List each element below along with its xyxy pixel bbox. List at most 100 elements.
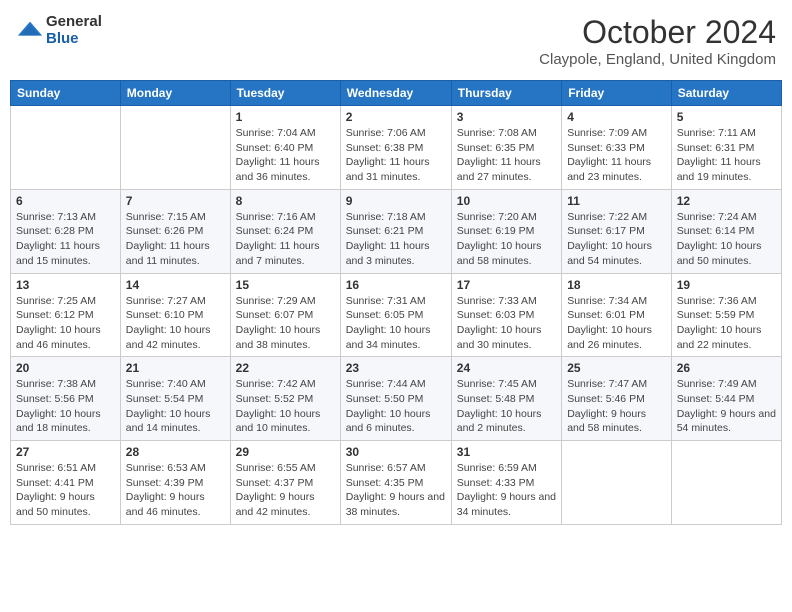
table-cell: 14Sunrise: 7:27 AMSunset: 6:10 PMDayligh… (120, 273, 230, 357)
sunrise-text: Sunrise: 6:53 AM (126, 461, 225, 476)
table-cell: 11 Sunrise: 7:22 AMSunset: 6:17 PMDayligh… (562, 189, 672, 273)
day-info: Sunrise: 7:11 AMSunset: 6:31 PMDaylight:… (677, 126, 776, 185)
sunrise-text: Sunrise: 7:15 AM (126, 210, 225, 225)
day-info: Sunrise: 7:24 AMSunset: 6:14 PMDaylight:… (677, 210, 776, 269)
sunrise-text: Sunrise: 7:13 AM (16, 210, 115, 225)
daylight-text: Daylight: 10 hours and 22 minutes. (677, 323, 776, 352)
daylight-text: Daylight: 10 hours and 54 minutes. (567, 239, 666, 268)
sunrise-text: Sunrise: 7:47 AM (567, 377, 666, 392)
daylight-text: Daylight: 9 hours and 42 minutes. (236, 490, 335, 519)
day-info: Sunrise: 7:16 AMSunset: 6:24 PMDaylight:… (236, 210, 335, 269)
day-number: 17 (457, 278, 556, 292)
daylight-text: Daylight: 10 hours and 50 minutes. (677, 239, 776, 268)
sunrise-text: Sunrise: 7:04 AM (236, 126, 335, 141)
daylight-text: Daylight: 10 hours and 26 minutes. (567, 323, 666, 352)
day-number: 8 (236, 194, 335, 208)
week-row-4: 20Sunrise: 7:38 AMSunset: 5:56 PMDayligh… (11, 357, 782, 441)
table-cell: 26Sunrise: 7:49 AMSunset: 5:44 PMDayligh… (671, 357, 781, 441)
header-wednesday: Wednesday (340, 81, 451, 106)
sunset-text: Sunset: 4:33 PM (457, 476, 556, 491)
day-number: 9 (346, 194, 446, 208)
header-saturday: Saturday (671, 81, 781, 106)
day-info: Sunrise: 6:53 AMSunset: 4:39 PMDaylight:… (126, 461, 225, 520)
sunrise-text: Sunrise: 7:11 AM (677, 126, 776, 141)
daylight-text: Daylight: 10 hours and 10 minutes. (236, 407, 335, 436)
table-cell (11, 106, 121, 190)
sunrise-text: Sunrise: 7:34 AM (567, 294, 666, 309)
sunset-text: Sunset: 5:46 PM (567, 392, 666, 407)
header-friday: Friday (562, 81, 672, 106)
daylight-text: Daylight: 11 hours and 27 minutes. (457, 155, 556, 184)
day-number: 7 (126, 194, 225, 208)
day-number: 15 (236, 278, 335, 292)
sunset-text: Sunset: 6:21 PM (346, 224, 446, 239)
sunset-text: Sunset: 6:03 PM (457, 308, 556, 323)
day-info: Sunrise: 7:18 AMSunset: 6:21 PMDaylight:… (346, 210, 446, 269)
sunrise-text: Sunrise: 7:27 AM (126, 294, 225, 309)
week-row-5: 27Sunrise: 6:51 AMSunset: 4:41 PMDayligh… (11, 441, 782, 525)
sunrise-text: Sunrise: 7:44 AM (346, 377, 446, 392)
table-cell: 9 Sunrise: 7:18 AMSunset: 6:21 PMDaylight… (340, 189, 451, 273)
day-number: 21 (126, 361, 225, 375)
day-number: 20 (16, 361, 115, 375)
table-cell (562, 441, 672, 525)
table-cell: 6Sunrise: 7:13 AMSunset: 6:28 PMDaylight… (11, 189, 121, 273)
daylight-text: Daylight: 10 hours and 38 minutes. (236, 323, 335, 352)
sunset-text: Sunset: 5:44 PM (677, 392, 776, 407)
table-cell: 19Sunrise: 7:36 AMSunset: 5:59 PMDayligh… (671, 273, 781, 357)
sunset-text: Sunset: 6:05 PM (346, 308, 446, 323)
day-info: Sunrise: 7:09 AMSunset: 6:33 PMDaylight:… (567, 126, 666, 185)
header-monday: Monday (120, 81, 230, 106)
day-number: 12 (677, 194, 776, 208)
sunrise-text: Sunrise: 6:55 AM (236, 461, 335, 476)
daylight-text: Daylight: 10 hours and 34 minutes. (346, 323, 446, 352)
daylight-text: Daylight: 11 hours and 36 minutes. (236, 155, 335, 184)
daylight-text: Daylight: 10 hours and 6 minutes. (346, 407, 446, 436)
sunrise-text: Sunrise: 7:40 AM (126, 377, 225, 392)
day-number: 29 (236, 445, 335, 459)
sunrise-text: Sunrise: 7:18 AM (346, 210, 446, 225)
day-number: 16 (346, 278, 446, 292)
daylight-text: Daylight: 11 hours and 19 minutes. (677, 155, 776, 184)
day-info: Sunrise: 7:04 AMSunset: 6:40 PMDaylight:… (236, 126, 335, 185)
day-number: 18 (567, 278, 666, 292)
daylight-text: Daylight: 11 hours and 15 minutes. (16, 239, 115, 268)
table-cell: 13Sunrise: 7:25 AMSunset: 6:12 PMDayligh… (11, 273, 121, 357)
sunrise-text: Sunrise: 6:59 AM (457, 461, 556, 476)
daylight-text: Daylight: 9 hours and 38 minutes. (346, 490, 446, 519)
table-cell: 10Sunrise: 7:20 AMSunset: 6:19 PMDayligh… (451, 189, 561, 273)
logo-text: General Blue (46, 14, 102, 47)
day-number: 31 (457, 445, 556, 459)
day-info: Sunrise: 7:47 AMSunset: 5:46 PMDaylight:… (567, 377, 666, 436)
sunset-text: Sunset: 4:41 PM (16, 476, 115, 491)
week-row-1: 1Sunrise: 7:04 AMSunset: 6:40 PMDaylight… (11, 106, 782, 190)
sunset-text: Sunset: 5:56 PM (16, 392, 115, 407)
sunrise-text: Sunrise: 7:20 AM (457, 210, 556, 225)
day-number: 10 (457, 194, 556, 208)
sunset-text: Sunset: 5:54 PM (126, 392, 225, 407)
table-cell: 12 Sunrise: 7:24 AMSunset: 6:14 PMDayligh… (671, 189, 781, 273)
table-cell: 8 Sunrise: 7:16 AMSunset: 6:24 PMDaylight… (230, 189, 340, 273)
day-info: Sunrise: 7:45 AMSunset: 5:48 PMDaylight:… (457, 377, 556, 436)
daylight-text: Daylight: 9 hours and 34 minutes. (457, 490, 556, 519)
header-sunday: Sunday (11, 81, 121, 106)
day-number: 24 (457, 361, 556, 375)
day-number: 11 (567, 194, 666, 208)
day-info: Sunrise: 7:33 AMSunset: 6:03 PMDaylight:… (457, 294, 556, 353)
logo-blue-text: Blue (46, 31, 102, 48)
sunset-text: Sunset: 4:35 PM (346, 476, 446, 491)
table-cell: 27Sunrise: 6:51 AMSunset: 4:41 PMDayligh… (11, 441, 121, 525)
day-number: 3 (457, 110, 556, 124)
sunrise-text: Sunrise: 7:09 AM (567, 126, 666, 141)
day-number: 6 (16, 194, 115, 208)
table-cell: 21Sunrise: 7:40 AMSunset: 5:54 PMDayligh… (120, 357, 230, 441)
table-cell: 30Sunrise: 6:57 AMSunset: 4:35 PMDayligh… (340, 441, 451, 525)
day-number: 5 (677, 110, 776, 124)
day-number: 25 (567, 361, 666, 375)
day-info: Sunrise: 7:22 AMSunset: 6:17 PMDaylight:… (567, 210, 666, 269)
day-info: Sunrise: 7:31 AMSunset: 6:05 PMDaylight:… (346, 294, 446, 353)
sunset-text: Sunset: 6:35 PM (457, 141, 556, 156)
sunrise-text: Sunrise: 7:24 AM (677, 210, 776, 225)
page-container: General Blue October 2024 Claypole, Engl… (10, 10, 782, 525)
daylight-text: Daylight: 9 hours and 50 minutes. (16, 490, 115, 519)
